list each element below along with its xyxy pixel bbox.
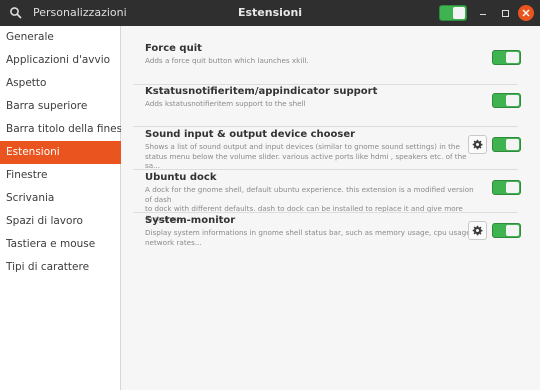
extension-name: Ubuntu dock (145, 172, 217, 183)
search-icon[interactable] (8, 5, 24, 21)
extension-toggle-force-quit[interactable] (492, 50, 521, 65)
extension-row-sound-chooser: Sound input & output device chooser Show… (133, 129, 530, 170)
maximize-icon[interactable] (497, 5, 513, 21)
sidebar-item-barra-superiore[interactable]: Barra superiore (0, 95, 121, 118)
sidebar-item-estensioni[interactable]: Estensioni (0, 141, 121, 164)
extension-row-kstatusnotifieritem: Kstatusnotifieritem/appindicator support… (133, 86, 530, 126)
sidebar-item-tipi-carattere[interactable]: Tipi di carattere (0, 256, 121, 279)
toggle-knob (506, 182, 519, 193)
sidebar-item-barra-titolo[interactable]: Barra titolo della finestra (0, 118, 121, 141)
extension-settings-button-system-monitor[interactable] (468, 221, 487, 240)
extension-name: System-monitor (145, 215, 236, 226)
extension-toggle-kstatusnotifieritem[interactable] (492, 93, 521, 108)
extension-name: Force quit (145, 43, 202, 54)
divider (133, 84, 518, 85)
extension-row-force-quit: Force quit Adds a force quit button whic… (133, 43, 530, 83)
sidebar: Generale Applicazioni d'avvio Aspetto Ba… (0, 26, 121, 390)
toggle-knob (453, 7, 465, 19)
extension-description: Adds a force quit button which launches … (145, 56, 309, 65)
toggle-knob (506, 225, 519, 236)
toggle-knob (506, 95, 519, 106)
toggle-knob (506, 139, 519, 150)
extension-name: Kstatusnotifieritem/appindicator support (145, 86, 378, 97)
divider (133, 169, 518, 170)
extension-settings-button-sound-chooser[interactable] (468, 135, 487, 154)
extension-description: Display system informations in gnome she… (145, 228, 473, 247)
close-icon[interactable] (518, 5, 534, 21)
divider (133, 212, 518, 213)
sidebar-item-scrivania[interactable]: Scrivania (0, 187, 121, 210)
minimize-icon[interactable] (475, 5, 491, 21)
sidebar-item-spazi-lavoro[interactable]: Spazi di lavoro (0, 210, 121, 233)
extension-description: Shows a list of sound output and input d… (145, 142, 467, 170)
extension-toggle-system-monitor[interactable] (492, 223, 521, 238)
app-title: Personalizzazioni (33, 6, 127, 19)
extension-description: Adds kstatusnotifieritem support to the … (145, 99, 306, 108)
sidebar-item-aspetto[interactable]: Aspetto (0, 72, 121, 95)
sidebar-item-tastiera-mouse[interactable]: Tastiera e mouse (0, 233, 121, 256)
extensions-list: Force quit Adds a force quit button whic… (121, 26, 540, 390)
extension-toggle-ubuntu-dock[interactable] (492, 180, 521, 195)
divider (133, 126, 518, 127)
sidebar-item-applicazioni-avvio[interactable]: Applicazioni d'avvio (0, 49, 121, 72)
extension-row-ubuntu-dock: Ubuntu dock A dock for the gnome shell, … (133, 172, 530, 223)
sidebar-item-finestre[interactable]: Finestre (0, 164, 121, 187)
extension-row-system-monitor: System-monitor Display system informatio… (133, 215, 530, 255)
header-bar: Personalizzazioni Estensioni (0, 0, 540, 26)
extensions-master-toggle[interactable] (439, 5, 467, 21)
sidebar-item-generale[interactable]: Generale (0, 26, 121, 49)
extension-name: Sound input & output device chooser (145, 129, 356, 140)
toggle-knob (506, 52, 519, 63)
extension-toggle-sound-chooser[interactable] (492, 137, 521, 152)
